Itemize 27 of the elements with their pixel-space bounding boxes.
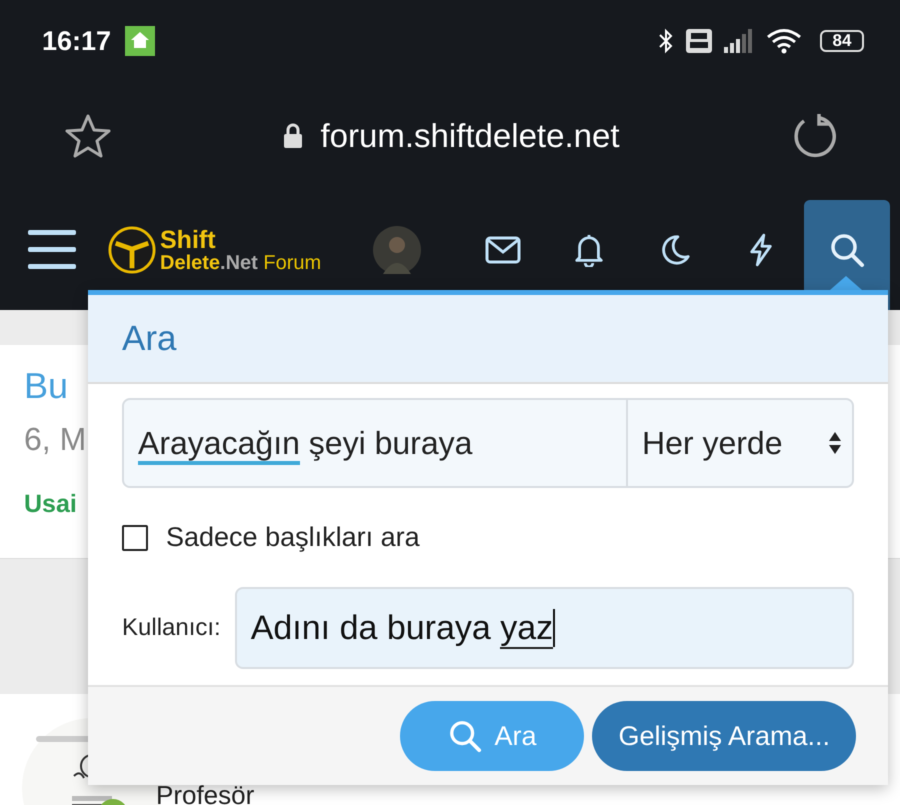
lightning-icon <box>748 233 774 267</box>
avatar[interactable] <box>373 226 422 274</box>
thread-date: 6, M <box>24 421 86 458</box>
advanced-search-button[interactable]: Gelişmiş Arama... <box>592 701 856 771</box>
bluetooth-icon <box>658 28 674 54</box>
checkbox-label: Sadece başlıkları ara <box>166 522 420 553</box>
lock-icon <box>282 123 302 149</box>
star-icon[interactable] <box>64 112 112 160</box>
bell-icon <box>573 233 605 267</box>
user-label: Kullanıcı: <box>122 614 221 642</box>
wifi-icon <box>766 28 802 54</box>
address-bar[interactable]: forum.shiftdelete.net <box>320 117 620 155</box>
home-app-icon <box>125 26 156 56</box>
battery-indicator: 84 <box>820 30 864 52</box>
mail-icon <box>485 236 521 264</box>
signal-icon <box>724 29 754 53</box>
clock-time: 16:17 <box>42 26 112 56</box>
forum-logo[interactable]: Shift Delete.Net Forum <box>108 226 322 274</box>
member-title: Profesör <box>156 780 254 805</box>
search-icon <box>448 719 482 753</box>
titles-only-checkbox[interactable] <box>122 524 148 550</box>
menu-icon[interactable] <box>28 228 76 272</box>
popup-title: Ara <box>122 318 176 358</box>
search-icon <box>829 232 865 268</box>
moon-icon <box>659 234 691 266</box>
volte-icon <box>686 29 712 53</box>
user-field[interactable]: Adını da buraya yaz <box>234 587 854 669</box>
